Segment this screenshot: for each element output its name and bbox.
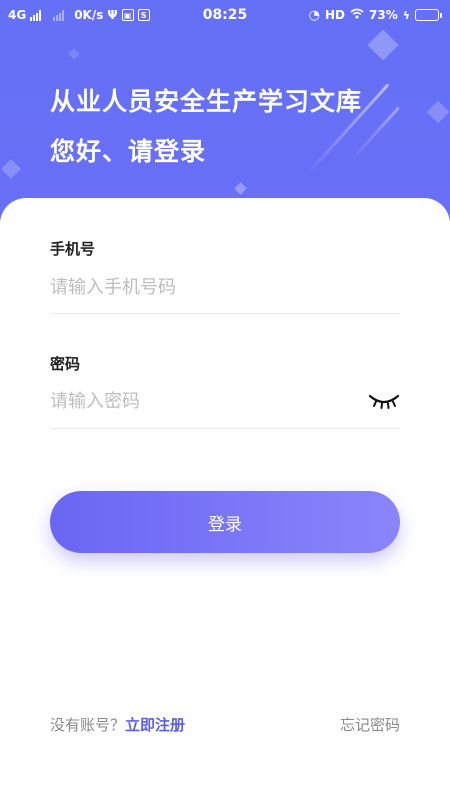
phone-divider [50,313,400,314]
battery-percent: 73% [369,8,398,22]
footer-links: 没有账号？立即注册 忘记密码 [50,712,400,736]
decor-diamond [426,100,450,124]
password-divider [50,428,400,429]
login-button[interactable]: 登录 [50,491,400,553]
forgot-password-link[interactable]: 忘记密码 [340,714,400,735]
wifi-icon [350,8,364,22]
decor-diamond [1,159,21,179]
app-title: 从业人员安全生产学习文库 [50,87,363,116]
phone-input[interactable] [50,272,350,302]
hd-indicator: HD [324,8,345,22]
password-label: 密码 [50,355,81,373]
decor-diamond [234,182,247,195]
network-speed: 0K/s [74,8,104,22]
clock: 08:25 [202,7,248,23]
no-account-text: 没有账号？ [50,715,126,734]
app-s-icon: S [137,9,150,21]
alarm-icon: ◔ [308,7,320,23]
eye-closed-icon[interactable] [366,389,402,413]
battery-icon [415,9,442,21]
signal-icon-sim2 [53,9,65,21]
decor-diamond [68,48,80,60]
status-bar: 4G 0K/s Ψ ▣ S 08:25 ◔ HD 73% ϟ [0,0,450,30]
phone-label: 手机号 [50,240,96,258]
network-type: 4G [8,8,27,22]
charging-icon: ϟ [402,8,410,22]
decor-diamond [367,29,399,61]
password-input[interactable] [50,386,350,416]
usb-icon: Ψ [107,8,118,22]
register-link[interactable]: 立即注册 [125,716,185,734]
signal-icon [30,9,42,21]
notification-icon: ▣ [121,9,134,21]
login-greeting: 您好、请登录 [50,137,207,166]
